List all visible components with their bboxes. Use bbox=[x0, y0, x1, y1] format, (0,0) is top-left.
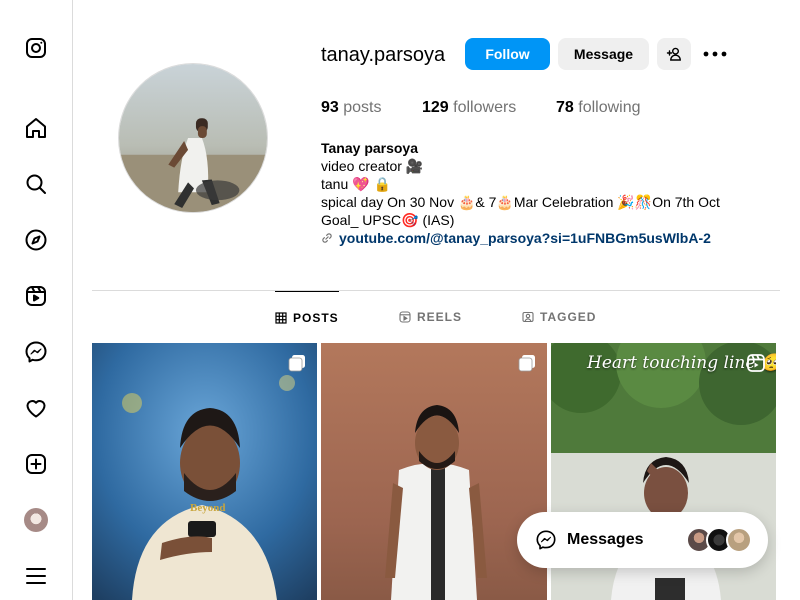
more-icon bbox=[703, 51, 727, 57]
message-avatars bbox=[686, 527, 752, 553]
messenger-icon[interactable] bbox=[22, 338, 50, 366]
following-count: 78 bbox=[556, 99, 574, 116]
followers-count: 129 bbox=[422, 99, 449, 116]
tab-label: REELS bbox=[417, 310, 463, 324]
bio-link-text: youtube.com/@tanay_parsoya?si=1uFNBGm5us… bbox=[339, 230, 711, 246]
link-icon bbox=[322, 233, 332, 243]
carousel-icon bbox=[518, 355, 535, 372]
tagged-icon bbox=[522, 311, 534, 323]
followers-stat[interactable]: 129 followers bbox=[422, 99, 516, 117]
more-options-button[interactable] bbox=[700, 42, 730, 66]
bio-line: tanu 💖 🔒 bbox=[321, 176, 391, 192]
reel-icon bbox=[747, 354, 765, 372]
profile-username: tanay.parsoya bbox=[321, 44, 446, 66]
tab-label: TAGGED bbox=[540, 310, 597, 324]
create-icon[interactable] bbox=[22, 450, 50, 478]
messages-bar[interactable]: Messages bbox=[517, 512, 768, 568]
full-name: Tanay parsoya bbox=[321, 140, 419, 156]
sidebar bbox=[0, 0, 73, 600]
suggested-accounts-button[interactable] bbox=[657, 38, 691, 70]
bio-line: spical day On 30 Nov 🎂& 7🎂Mar Celebratio… bbox=[321, 194, 720, 210]
heart-icon[interactable] bbox=[22, 394, 50, 422]
avatar bbox=[24, 508, 48, 532]
post-image: Beyond bbox=[92, 343, 317, 600]
profile-avatar[interactable] bbox=[22, 506, 50, 534]
home-icon[interactable] bbox=[22, 114, 50, 142]
tab-tagged[interactable]: TAGGED bbox=[522, 291, 596, 343]
bio-link[interactable]: youtube.com/@tanay_parsoya?si=1uFNBGm5us… bbox=[321, 229, 720, 247]
menu-icon[interactable] bbox=[22, 562, 50, 590]
following-label: following bbox=[578, 99, 641, 116]
instagram-logo-icon[interactable] bbox=[22, 34, 50, 62]
post-tile[interactable] bbox=[321, 343, 547, 600]
grid-icon bbox=[275, 311, 287, 324]
message-button[interactable]: Message bbox=[558, 38, 649, 70]
profile-picture[interactable] bbox=[118, 63, 268, 213]
profile-bio: Tanay parsoya video creator 🎥 tanu 💖 🔒 s… bbox=[321, 139, 720, 247]
followers-label: followers bbox=[453, 99, 517, 116]
tab-label: POSTS bbox=[293, 310, 339, 325]
reels-tab-icon bbox=[399, 311, 411, 323]
search-icon[interactable] bbox=[22, 170, 50, 198]
reels-icon[interactable] bbox=[22, 282, 50, 310]
tab-reels[interactable]: REELS bbox=[399, 291, 462, 343]
posts-count-stat: 93 posts bbox=[321, 99, 382, 117]
avatar bbox=[726, 527, 752, 553]
bio-line: Goal_ UPSC🎯 (IAS) bbox=[321, 212, 455, 228]
post-image bbox=[321, 343, 547, 600]
explore-icon[interactable] bbox=[22, 226, 50, 254]
messages-label: Messages bbox=[567, 531, 644, 548]
bio-line: video creator 🎥 bbox=[321, 158, 424, 174]
svg-text:Beyond: Beyond bbox=[190, 502, 225, 514]
messenger-icon bbox=[536, 530, 556, 550]
follow-button[interactable]: Follow bbox=[465, 38, 550, 70]
posts-count: 93 bbox=[321, 99, 339, 116]
tab-posts[interactable]: POSTS bbox=[275, 291, 339, 343]
post-tile[interactable]: Beyond bbox=[92, 343, 317, 600]
add-user-icon bbox=[666, 47, 681, 61]
following-stat[interactable]: 78 following bbox=[556, 99, 641, 117]
carousel-icon bbox=[288, 355, 305, 372]
posts-label: posts bbox=[343, 99, 382, 116]
